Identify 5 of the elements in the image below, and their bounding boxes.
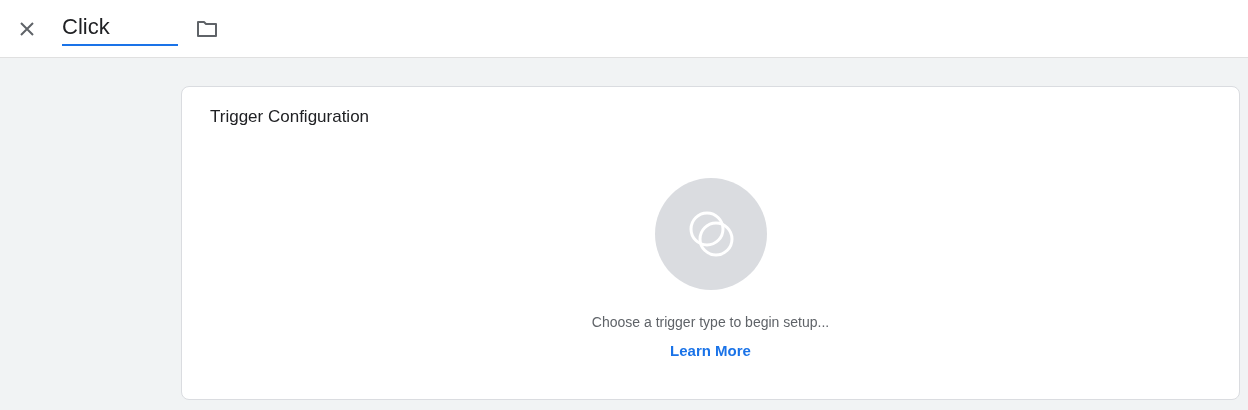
learn-more-link[interactable]: Learn More <box>670 342 751 359</box>
card-title: Trigger Configuration <box>210 107 371 127</box>
close-icon <box>20 21 34 36</box>
folder-icon <box>196 19 218 38</box>
setup-hint: Choose a trigger type to begin setup... <box>591 314 830 330</box>
